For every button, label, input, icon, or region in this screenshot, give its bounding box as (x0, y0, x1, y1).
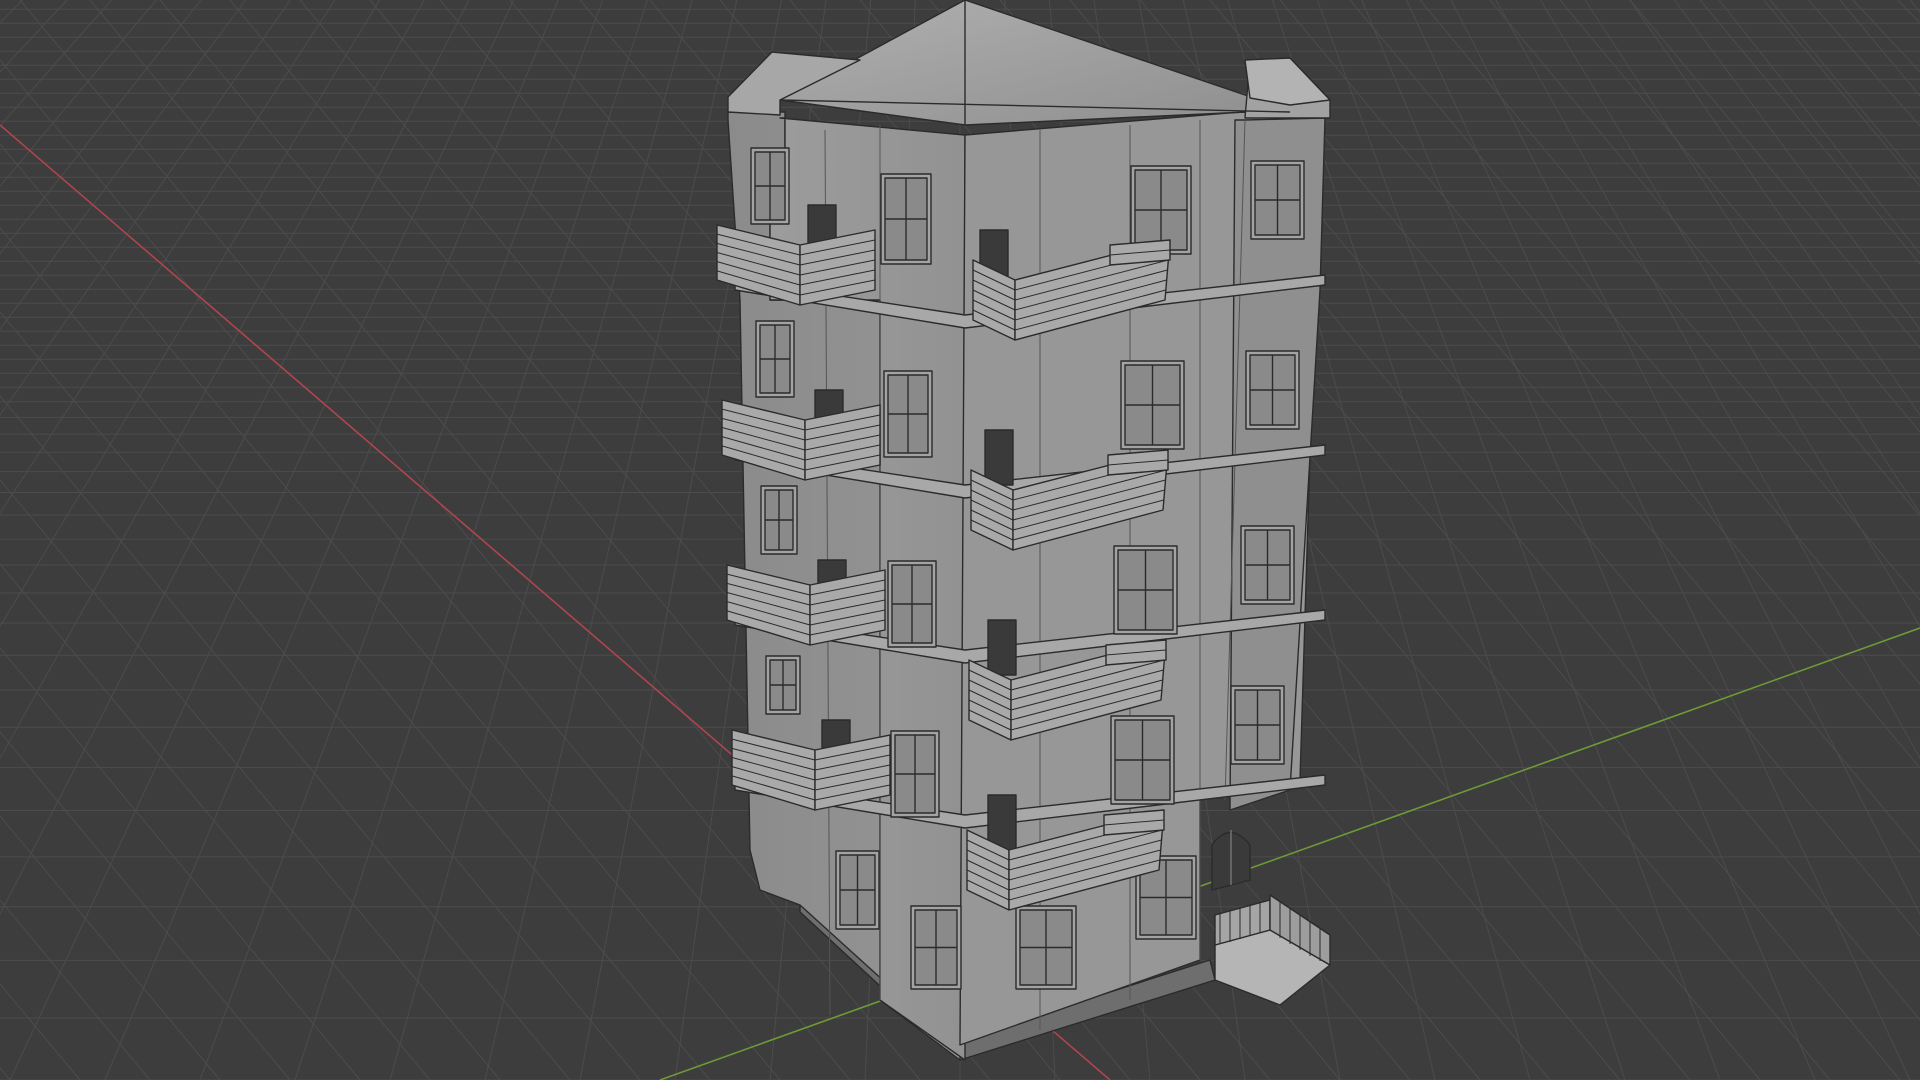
window-20 (835, 850, 880, 930)
front-balcony-end-1 (1109, 239, 1171, 266)
window-6 (883, 370, 933, 458)
window-13 (1110, 715, 1175, 805)
window-11 (1120, 360, 1185, 450)
window-2 (755, 320, 795, 398)
viewport-canvas[interactable] (0, 0, 1920, 1080)
balcony-door-4 (984, 429, 1014, 486)
window-16 (1250, 160, 1305, 240)
window-9 (910, 905, 962, 990)
window-4 (765, 655, 801, 715)
window-1 (750, 147, 790, 225)
window-5 (880, 173, 932, 265)
3d-viewport[interactable] (0, 0, 1920, 1080)
front-balcony-end-3 (1105, 639, 1167, 666)
window-7 (887, 560, 937, 648)
entrance-door (1211, 830, 1251, 891)
front-balcony-end-4 (1103, 809, 1165, 836)
balcony-door-6 (987, 619, 1017, 676)
window-19 (1230, 685, 1285, 765)
window-8 (890, 730, 940, 818)
window-15 (1015, 905, 1077, 990)
window-3 (760, 485, 798, 555)
front-balcony-end-2 (1107, 449, 1169, 476)
window-12 (1113, 545, 1178, 635)
window-18 (1240, 525, 1295, 605)
window-17 (1245, 350, 1300, 430)
